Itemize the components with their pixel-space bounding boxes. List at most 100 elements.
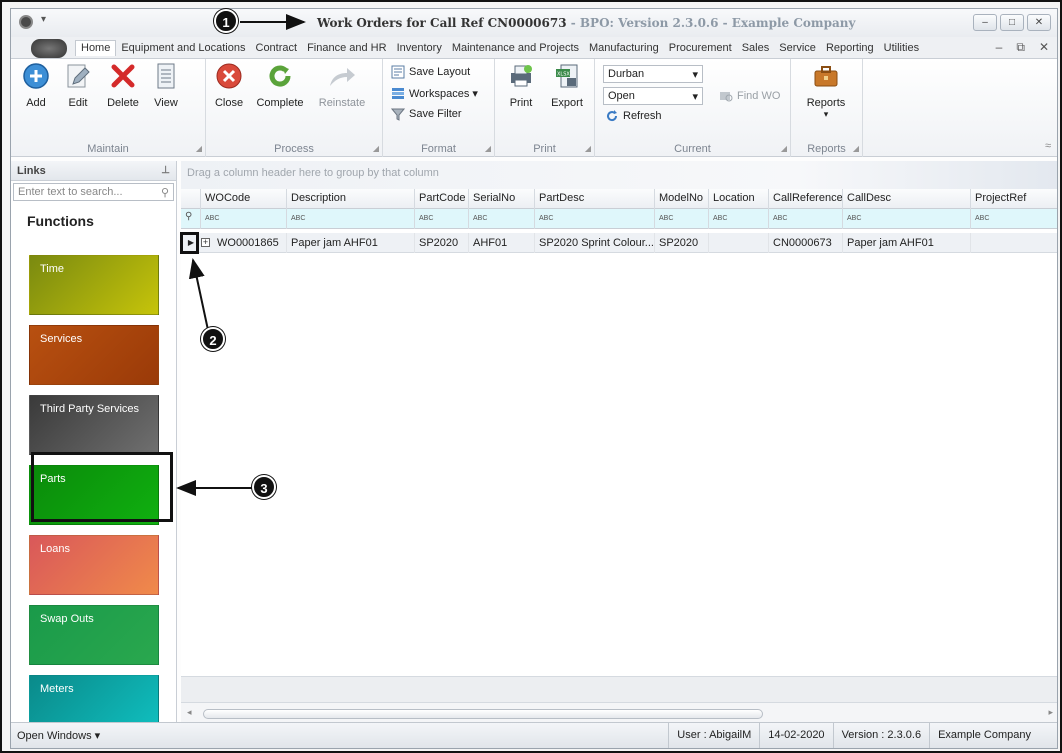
filter-cell-location[interactable]: ABC (709, 209, 769, 229)
column-header-projectref[interactable]: ProjectRef (971, 189, 1057, 209)
scrollbar-thumb[interactable] (203, 709, 763, 719)
reports-button[interactable]: Reports ▾ (803, 61, 849, 120)
find-wo-icon (719, 89, 733, 103)
tab-home[interactable]: Home (75, 40, 117, 56)
filter-cell-callreference[interactable]: ABC (769, 209, 843, 229)
tab-contract[interactable]: Contract (251, 40, 303, 56)
tile-third-party-services[interactable]: Third Party Services (29, 395, 159, 455)
tile-loans[interactable]: Loans (29, 535, 159, 595)
column-header-callreference[interactable]: CallReference (769, 189, 843, 209)
cell-calldesc[interactable]: Paper jam AHF01 (843, 233, 971, 253)
refresh-button[interactable]: Refresh (605, 109, 662, 123)
status-dropdown[interactable]: Open ▾ (603, 87, 703, 105)
parts-tile-highlight (31, 452, 173, 522)
column-header-description[interactable]: Description (287, 189, 415, 209)
tab-inventory[interactable]: Inventory (392, 40, 447, 56)
save-layout-button[interactable]: Save Layout (391, 65, 470, 79)
open-windows-button[interactable]: Open Windows ▾ (17, 729, 100, 742)
mdi-minimize-button[interactable]: – (996, 40, 1003, 55)
minimize-button[interactable]: – (973, 14, 997, 31)
tile-time[interactable]: Time (29, 255, 159, 315)
workspaces-button[interactable]: Workspaces ▾ (391, 86, 478, 100)
column-header-wocode[interactable]: WOCode (201, 189, 287, 209)
filter-cell-description[interactable]: ABC (287, 209, 415, 229)
horizontal-scrollbar[interactable]: ◂ ▸ (181, 702, 1057, 724)
links-search-input[interactable]: Enter text to search... ⚲ (13, 183, 174, 201)
close-button[interactable]: ✕ (1027, 14, 1051, 31)
search-icon: ⚲ (160, 186, 169, 199)
column-header-location[interactable]: Location (709, 189, 769, 209)
add-button[interactable]: Add (19, 61, 53, 109)
column-header-partdesc[interactable]: PartDesc (535, 189, 655, 209)
column-header-serialno[interactable]: SerialNo (469, 189, 535, 209)
quick-access-dropdown-icon[interactable]: ▾ (41, 14, 46, 25)
tile-services[interactable]: Services (29, 325, 159, 385)
filter-cell-serialno[interactable]: ABC (469, 209, 535, 229)
app-logo-icon[interactable] (19, 15, 33, 29)
export-button[interactable]: XLSX Export (547, 61, 587, 109)
table-row[interactable]: ▶ + WO0001865 Paper jam AHF01 SP2020 AHF… (181, 233, 1057, 253)
find-wo-button[interactable]: Find WO (719, 89, 780, 103)
tab-utilities[interactable]: Utilities (879, 40, 924, 56)
scroll-right-icon[interactable]: ▸ (1048, 707, 1053, 718)
tab-maintenance-and-projects[interactable]: Maintenance and Projects (447, 40, 584, 56)
restore-button[interactable]: □ (1000, 14, 1024, 31)
cell-location[interactable] (709, 233, 769, 253)
filter-cell-modelno[interactable]: ABC (655, 209, 709, 229)
cell-partcode[interactable]: SP2020 (415, 233, 469, 253)
mdi-restore-button[interactable]: ⧉ (1016, 40, 1025, 55)
cell-description[interactable]: Paper jam AHF01 (287, 233, 415, 253)
tab-reporting[interactable]: Reporting (821, 40, 879, 56)
mdi-close-button[interactable]: ✕ (1039, 40, 1049, 55)
app-menu-orb-icon[interactable] (31, 39, 67, 58)
tab-procurement[interactable]: Procurement (664, 40, 737, 56)
filter-cell-wocode[interactable]: ABC (201, 209, 287, 229)
tab-finance-and-hr[interactable]: Finance and HR (302, 40, 392, 56)
delete-label: Delete (107, 97, 139, 109)
complete-button[interactable]: Complete (252, 61, 308, 109)
view-button[interactable]: View (149, 61, 183, 109)
edit-button[interactable]: Edit (61, 61, 95, 109)
filter-pin-icon: ⚲ (181, 209, 201, 229)
column-header-calldesc[interactable]: CallDesc (843, 189, 971, 209)
cell-callreference[interactable]: CN0000673 (769, 233, 843, 253)
tile-label: Loans (40, 543, 70, 555)
expand-row-icon[interactable]: + (201, 238, 210, 247)
format-launcher-icon[interactable]: ◢ (485, 144, 491, 153)
site-dropdown[interactable]: Durban ▾ (603, 65, 703, 83)
links-header: Links ⊥ (11, 161, 176, 181)
filter-cell-calldesc[interactable]: ABC (843, 209, 971, 229)
tab-sales[interactable]: Sales (737, 40, 775, 56)
process-launcher-icon[interactable]: ◢ (373, 144, 379, 153)
maintain-launcher-icon[interactable]: ◢ (196, 144, 202, 153)
scroll-left-icon[interactable]: ◂ (187, 707, 192, 718)
save-filter-button[interactable]: Save Filter (390, 107, 462, 121)
cell-wocode[interactable]: WO0001865 (213, 233, 287, 253)
column-header-partcode[interactable]: PartCode (415, 189, 469, 209)
delete-button[interactable]: Delete (103, 61, 143, 109)
close-wo-button[interactable]: Close (212, 61, 246, 109)
reinstate-button[interactable]: Reinstate (314, 61, 370, 109)
filter-cell-partcode[interactable]: ABC (415, 209, 469, 229)
cell-modelno[interactable]: SP2020 (655, 233, 709, 253)
cell-projectref[interactable] (971, 233, 1057, 253)
print-launcher-icon[interactable]: ◢ (585, 144, 591, 153)
add-icon (21, 61, 51, 91)
cell-serialno[interactable]: AHF01 (469, 233, 535, 253)
reports-launcher-icon[interactable]: ◢ (853, 144, 859, 153)
filter-cell-partdesc[interactable]: ABC (535, 209, 655, 229)
collapse-ribbon-icon[interactable]: ≈ (1045, 140, 1051, 152)
column-header-modelno[interactable]: ModelNo (655, 189, 709, 209)
print-button[interactable]: Print (503, 61, 539, 109)
tab-equipment-and-locations[interactable]: Equipment and Locations (116, 40, 250, 56)
refresh-icon (605, 109, 619, 123)
filter-cell-projectref[interactable]: ABC (971, 209, 1057, 229)
cell-partdesc[interactable]: SP2020 Sprint Colour... (535, 233, 655, 253)
tab-manufacturing[interactable]: Manufacturing (584, 40, 664, 56)
tab-service[interactable]: Service (774, 40, 821, 56)
links-panel: Links ⊥ Enter text to search... ⚲ Functi… (11, 161, 177, 735)
group-by-panel[interactable]: Drag a column header here to group by th… (181, 161, 1057, 189)
pin-icon[interactable]: ⊥ (161, 165, 170, 176)
tile-swap-outs[interactable]: Swap Outs (29, 605, 159, 665)
current-launcher-icon[interactable]: ◢ (781, 144, 787, 153)
